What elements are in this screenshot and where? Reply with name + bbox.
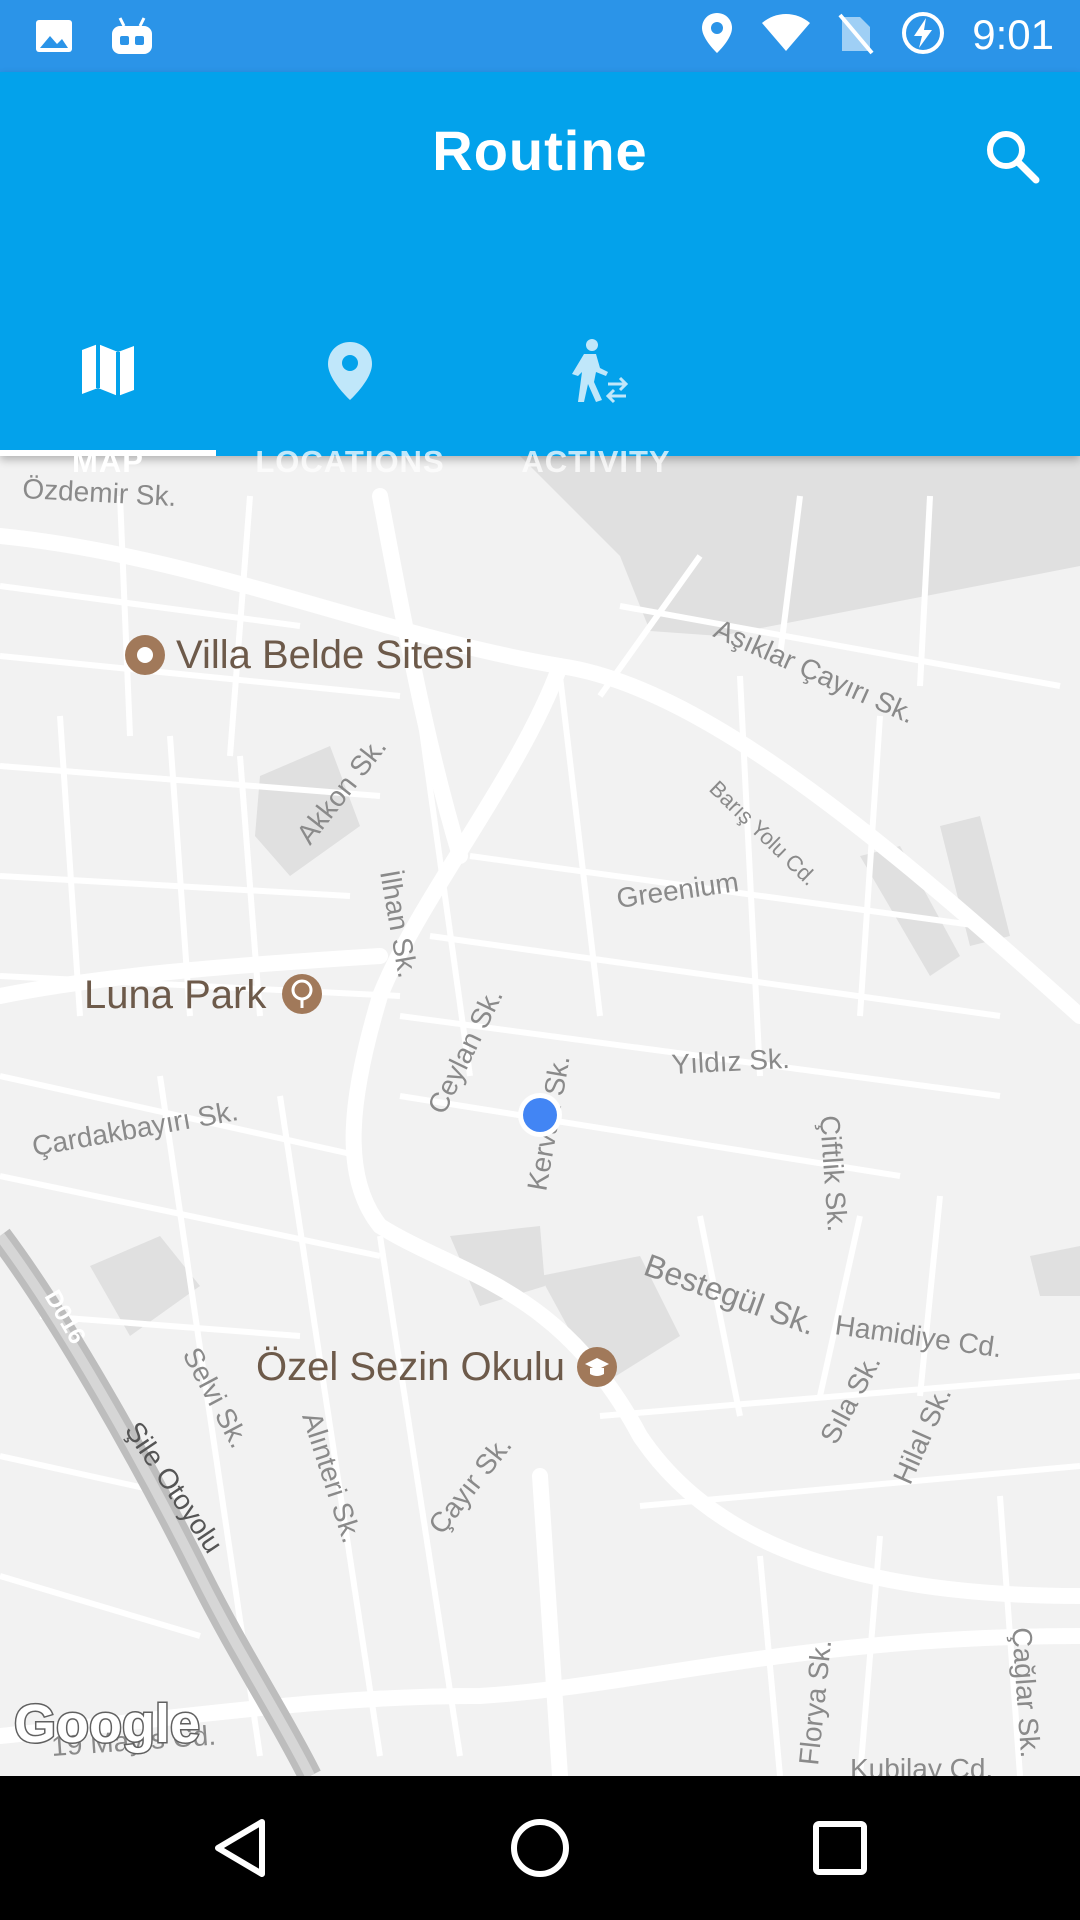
street-label-alinteri: Alınteri Sk. (296, 1408, 367, 1546)
tab-indicator (0, 450, 216, 456)
street-label-ciftlik: Çiftlik Sk. (814, 1114, 853, 1233)
app-bar: Routine MAP LOCATIONS ACTIVITY (0, 72, 1080, 479)
tab-locations-label: LOCATIONS (255, 444, 445, 479)
status-bar: 9:01 (0, 0, 1080, 72)
tab-bar: MAP LOCATIONS ACTIVITY (0, 262, 700, 479)
image-icon (34, 18, 74, 58)
poi-villa-label: Villa Belde Sitesi (176, 633, 473, 677)
recents-button[interactable] (804, 1812, 876, 1884)
battery-charging-icon (900, 10, 946, 60)
navigation-bar (0, 1776, 1080, 1920)
map-view[interactable]: Özdemir Sk. Aşıklar Çayırı Sk. Akkon Sk.… (0, 456, 1080, 1776)
clock: 9:01 (972, 11, 1054, 58)
location-icon (700, 11, 734, 59)
poi-luna-label: Luna Park (84, 973, 267, 1017)
home-button[interactable] (504, 1812, 576, 1884)
poi-luna[interactable]: Luna Park (84, 973, 322, 1017)
recents-icon (804, 1821, 876, 1888)
street-label-caglar: Çağlar Sk. (1006, 1626, 1046, 1759)
tab-map[interactable]: MAP (0, 72, 216, 479)
search-button[interactable] (980, 124, 1044, 188)
current-location-dot (523, 1098, 557, 1132)
google-attribution: Google (14, 1694, 200, 1754)
pin-icon (326, 340, 374, 406)
tab-locations[interactable]: LOCATIONS (240, 72, 460, 479)
street-label-kubilay: Kubilay Cd. (850, 1753, 993, 1776)
home-icon (504, 1819, 576, 1888)
no-sim-icon (838, 11, 874, 59)
search-icon (980, 131, 1044, 192)
poi-okul-label: Özel Sezin Okulu (256, 1345, 565, 1389)
tab-activity-label: ACTIVITY (521, 444, 671, 479)
poi-okul[interactable]: Özel Sezin Okulu (256, 1345, 617, 1389)
wifi-icon (760, 13, 812, 57)
street-label-cayir: Çayır Sk. (422, 1430, 517, 1540)
android-icon (108, 16, 156, 60)
street-label-hilal: Hilal Sk. (887, 1382, 957, 1488)
back-icon (204, 1819, 276, 1888)
street-label-yildiz: Yıldız Sk. (671, 1043, 791, 1080)
walk-icon (564, 338, 629, 408)
street-label-greenium: Greenium (615, 866, 741, 914)
poi-villa[interactable]: Villa Belde Sitesi (125, 633, 473, 677)
map-canvas: Özdemir Sk. Aşıklar Çayırı Sk. Akkon Sk.… (0, 456, 1080, 1776)
back-button[interactable] (204, 1812, 276, 1884)
street-label-ceylan: Ceylan Sk. (422, 983, 509, 1118)
map-icon (80, 342, 136, 402)
tab-activity[interactable]: ACTIVITY (496, 72, 696, 479)
